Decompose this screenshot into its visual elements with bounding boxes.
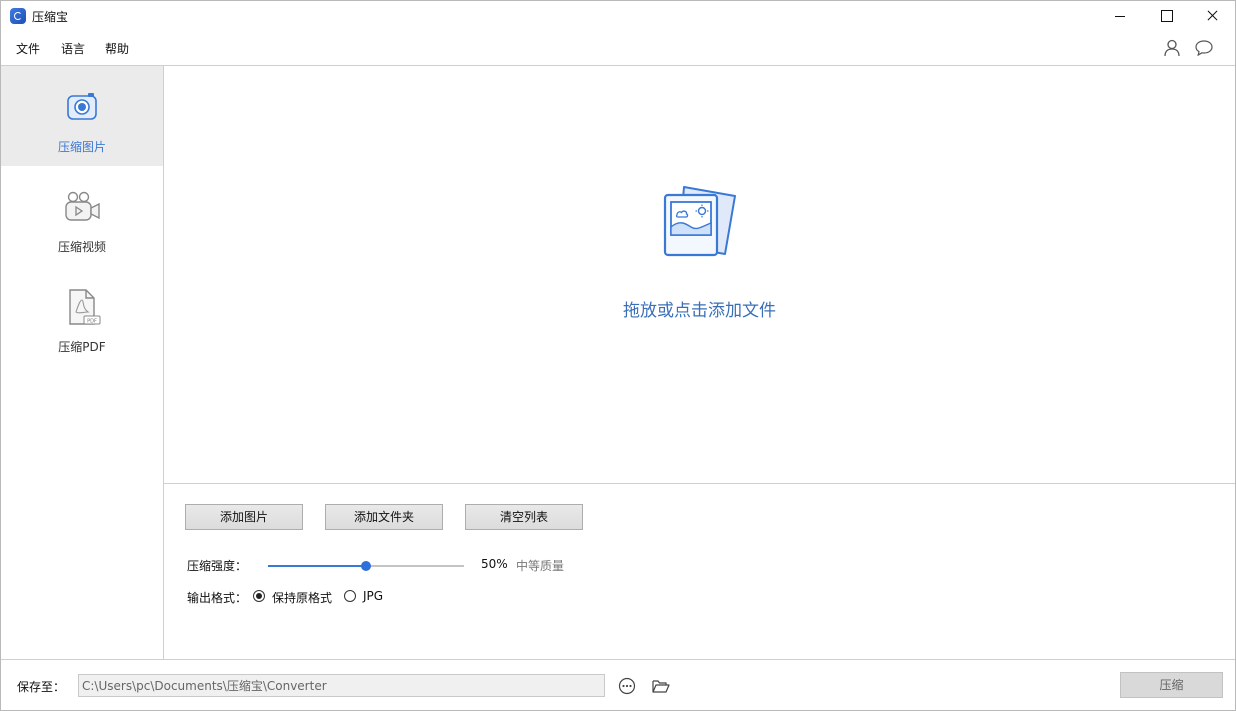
pdf-file-icon: PDF <box>69 289 101 325</box>
radio-jpg-label[interactable]: JPG <box>363 589 383 603</box>
drop-hint[interactable]: 拖放或点击添加文件 <box>164 296 1235 321</box>
chat-icon[interactable] <box>1194 39 1214 57</box>
video-camera-icon <box>65 191 100 221</box>
menu-language[interactable]: 语言 <box>61 40 85 57</box>
svg-text:PDF: PDF <box>87 319 97 325</box>
sidebar-item-compress-image[interactable]: 压缩图片 <box>1 66 163 166</box>
more-options-icon[interactable] <box>618 677 636 695</box>
format-label: 输出格式： <box>187 591 248 605</box>
sidebar-item-label: 压缩视频 <box>57 240 106 254</box>
add-image-button[interactable]: 添加图片 <box>185 504 303 530</box>
strength-label: 压缩强度： <box>187 559 248 573</box>
app-logo-icon <box>10 8 26 24</box>
app-window: 压缩宝 文件 语言 帮助 压缩图片 压缩视频 PDF 压缩PDF 拖放或点击添加… <box>0 0 1236 711</box>
title-bar: 压缩宝 <box>1 1 1235 31</box>
slider-fill <box>268 565 366 567</box>
compress-button[interactable]: 压缩 <box>1120 672 1223 698</box>
close-button[interactable] <box>1189 1 1235 31</box>
photos-icon <box>663 186 736 257</box>
menu-bar: 文件 语言 帮助 <box>1 31 1235 65</box>
menu-help[interactable]: 帮助 <box>105 40 129 57</box>
image-compress-icon <box>67 93 97 120</box>
radio-jpg[interactable] <box>344 590 356 602</box>
menu-file[interactable]: 文件 <box>16 40 40 57</box>
add-folder-button[interactable]: 添加文件夹 <box>325 504 443 530</box>
output-path-field[interactable] <box>78 674 605 697</box>
window-title: 压缩宝 <box>32 10 69 24</box>
open-folder-icon[interactable] <box>652 678 670 694</box>
sidebar: 压缩图片 压缩视频 PDF 压缩PDF <box>1 66 163 659</box>
strength-slider[interactable] <box>268 561 464 571</box>
minimize-button[interactable] <box>1097 1 1143 31</box>
clear-list-button[interactable]: 清空列表 <box>465 504 583 530</box>
sidebar-item-label: 压缩图片 <box>57 140 106 154</box>
user-icon[interactable] <box>1164 39 1180 57</box>
slider-thumb[interactable] <box>361 561 371 571</box>
sidebar-item-compress-video[interactable]: 压缩视频 <box>1 166 163 266</box>
divider <box>164 483 1235 484</box>
strength-value: 50% <box>481 557 508 571</box>
quality-text: 中等质量 <box>516 559 565 573</box>
divider <box>1 659 1235 660</box>
maximize-button[interactable] <box>1143 1 1189 31</box>
radio-keep-format[interactable] <box>253 590 265 602</box>
save-to-label: 保存至： <box>17 680 66 694</box>
sidebar-item-compress-pdf[interactable]: PDF 压缩PDF <box>1 266 163 366</box>
sidebar-item-label: 压缩PDF <box>58 340 106 354</box>
drop-zone[interactable]: 拖放或点击添加文件 <box>164 66 1235 483</box>
radio-keep-format-label[interactable]: 保持原格式 <box>272 589 332 606</box>
